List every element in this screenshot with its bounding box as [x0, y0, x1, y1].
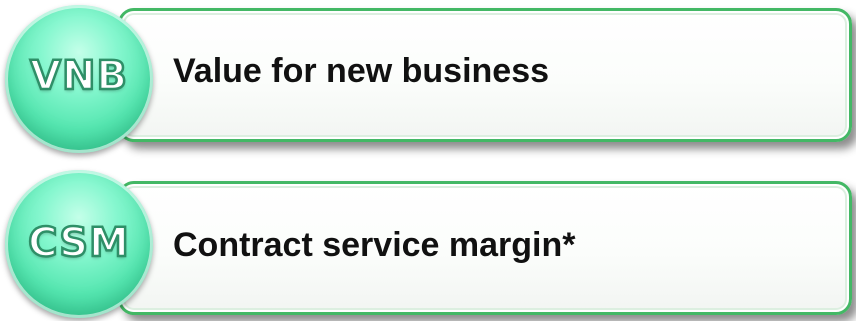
metric-label: Contract service margin*: [173, 225, 576, 264]
metric-badge-circle: CSM: [5, 170, 153, 318]
metric-row-vnb: Value for new business VNB: [0, 0, 856, 160]
metric-label: Value for new business: [173, 51, 550, 90]
metric-badge-text: VNB: [29, 52, 128, 101]
metric-card: Contract service margin*: [118, 181, 852, 315]
metric-card: Value for new business: [118, 8, 852, 142]
metric-badge-text: CSM: [27, 219, 130, 268]
metric-row-csm: Contract service margin* CSM: [0, 161, 856, 321]
metric-badge-circle: VNB: [5, 5, 153, 153]
